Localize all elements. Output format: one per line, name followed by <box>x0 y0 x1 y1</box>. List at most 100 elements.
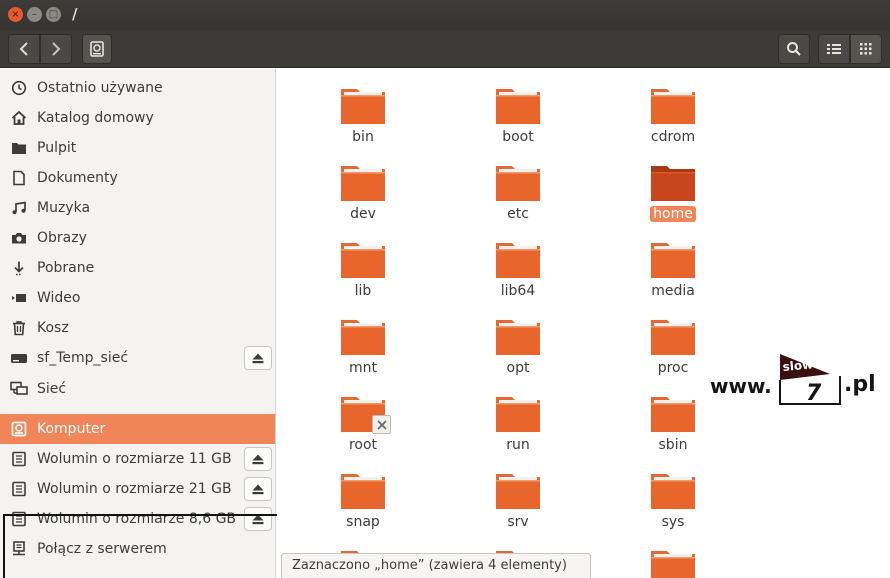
eject-button[interactable] <box>244 447 272 471</box>
desktop-folder-icon <box>10 139 28 157</box>
drive-path-icon <box>90 41 104 57</box>
folder-item[interactable]: dev <box>308 148 418 222</box>
sidebar-item[interactable]: Pulpit <box>0 133 275 163</box>
folder-item[interactable]: mnt <box>308 302 418 376</box>
folder-icon <box>651 243 695 278</box>
sidebar-item-label: Pulpit <box>37 140 77 156</box>
folder-item[interactable]: home <box>618 148 728 222</box>
eject-button[interactable] <box>244 477 272 501</box>
folder-name-text: lib64 <box>500 283 536 299</box>
sidebar-item[interactable]: Ostatnio używane <box>0 73 275 103</box>
location-toggle-button[interactable] <box>82 34 112 64</box>
server-icon <box>10 540 28 558</box>
maximize-icon: □ <box>48 8 59 20</box>
eject-button[interactable] <box>244 346 272 370</box>
sidebar-item[interactable]: Wideo <box>0 283 275 313</box>
folder-name: cdrom <box>618 129 728 145</box>
maximize-window-button[interactable]: □ <box>46 7 61 22</box>
folder-item[interactable]: boot <box>463 71 573 145</box>
folder-name: sys <box>618 514 728 530</box>
folder-name: lib <box>308 283 418 299</box>
sidebar-item-label: Komputer <box>37 421 106 437</box>
network-icon <box>10 380 28 398</box>
sidebar-item[interactable]: Wolumin o rozmiarze 21 GB <box>0 474 275 504</box>
folder-item[interactable]: sys <box>618 456 728 530</box>
sidebar-item-label: Dokumenty <box>37 170 118 186</box>
folder-item[interactable] <box>618 533 728 578</box>
list-view-button[interactable] <box>818 34 850 64</box>
folder-name: home <box>618 206 728 222</box>
forward-button[interactable] <box>40 34 72 64</box>
folder-item[interactable]: opt <box>463 302 573 376</box>
folder-item[interactable]: lib <box>308 225 418 299</box>
sidebar-item-label: Pobrane <box>37 260 95 276</box>
close-window-button[interactable]: × <box>8 7 23 22</box>
folder-icon <box>651 397 695 432</box>
folder-name-text: opt <box>506 360 530 376</box>
chevron-right-icon <box>52 42 61 56</box>
search-icon <box>787 42 801 56</box>
folder-name: mnt <box>308 360 418 376</box>
sidebar-item[interactable]: Wolumin o rozmiarze 8,6 GB <box>0 504 275 534</box>
folder-item[interactable]: cdrom <box>618 71 728 145</box>
music-icon <box>10 199 28 217</box>
folder-name-text: mnt <box>349 360 377 376</box>
folder-icon <box>341 474 385 509</box>
folder-icon <box>651 551 695 578</box>
eject-icon <box>252 484 264 494</box>
folder-icon <box>651 166 695 201</box>
folder-item[interactable]: root <box>308 379 418 453</box>
watermark-www: www. <box>710 374 772 398</box>
grid-view-button[interactable] <box>850 34 882 64</box>
sidebar-item[interactable]: Katalog domowy <box>0 103 275 133</box>
sidebar-item-label: Kosz <box>37 320 69 336</box>
eject-button[interactable] <box>244 507 272 531</box>
folder-name: dev <box>308 206 418 222</box>
folder-item[interactable]: snap <box>308 456 418 530</box>
sidebar-item[interactable]: Połącz z serwerem <box>0 534 275 564</box>
folder-item[interactable]: srv <box>463 456 573 530</box>
folder-name: run <box>463 437 573 453</box>
sidebar-item-label: Wideo <box>37 290 81 306</box>
folder-item[interactable]: run <box>463 379 573 453</box>
sidebar-item[interactable]: Wolumin o rozmiarze 11 GB <box>0 444 275 474</box>
folder-item[interactable]: media <box>618 225 728 299</box>
folder-name-text: snap <box>346 514 380 530</box>
folder-name: media <box>618 283 728 299</box>
folder-icon <box>341 243 385 278</box>
folder-name: bin <box>308 129 418 145</box>
folder-name-text: lib <box>354 283 372 299</box>
eject-icon <box>252 514 264 524</box>
sidebar-item[interactable]: Obrazy <box>0 223 275 253</box>
minimize-icon: – <box>32 8 37 20</box>
sidebar-item-label: Muzyka <box>37 200 91 216</box>
sidebar-item[interactable]: Komputer <box>0 414 275 444</box>
sidebar-item-label: Wolumin o rozmiarze 8,6 GB <box>37 511 237 527</box>
title-bar: × – □ / <box>0 0 890 30</box>
sidebar-item[interactable]: sf_Temp_sieć <box>0 343 275 373</box>
trash-icon <box>10 319 28 337</box>
search-button[interactable] <box>778 34 810 64</box>
back-button[interactable] <box>8 34 40 64</box>
folder-icon <box>496 89 540 124</box>
sidebar-item[interactable]: Pobrane <box>0 253 275 283</box>
camera-icon <box>10 229 28 247</box>
minimize-window-button[interactable]: – <box>27 7 42 22</box>
folder-name: boot <box>463 129 573 145</box>
sidebar-item[interactable]: Dokumenty <box>0 163 275 193</box>
folder-name: sbin <box>618 437 728 453</box>
locked-emblem-icon <box>372 415 391 434</box>
folder-item[interactable]: lib64 <box>463 225 573 299</box>
sidebar-item[interactable]: Kosz <box>0 313 275 343</box>
drive-icon <box>10 349 28 367</box>
folder-name: etc <box>463 206 573 222</box>
folder-name: root <box>308 437 418 453</box>
folder-name-text: sys <box>661 514 685 530</box>
sidebar-item[interactable]: Muzyka <box>0 193 275 223</box>
folder-item[interactable]: etc <box>463 148 573 222</box>
sidebar-item[interactable]: Sieć <box>0 374 275 404</box>
watermark-logo: slow 7 <box>779 354 841 406</box>
folder-item[interactable]: bin <box>308 71 418 145</box>
watermark-logo-number: 7 <box>806 381 822 406</box>
sidebar-item-label: Wolumin o rozmiarze 11 GB <box>37 451 232 467</box>
